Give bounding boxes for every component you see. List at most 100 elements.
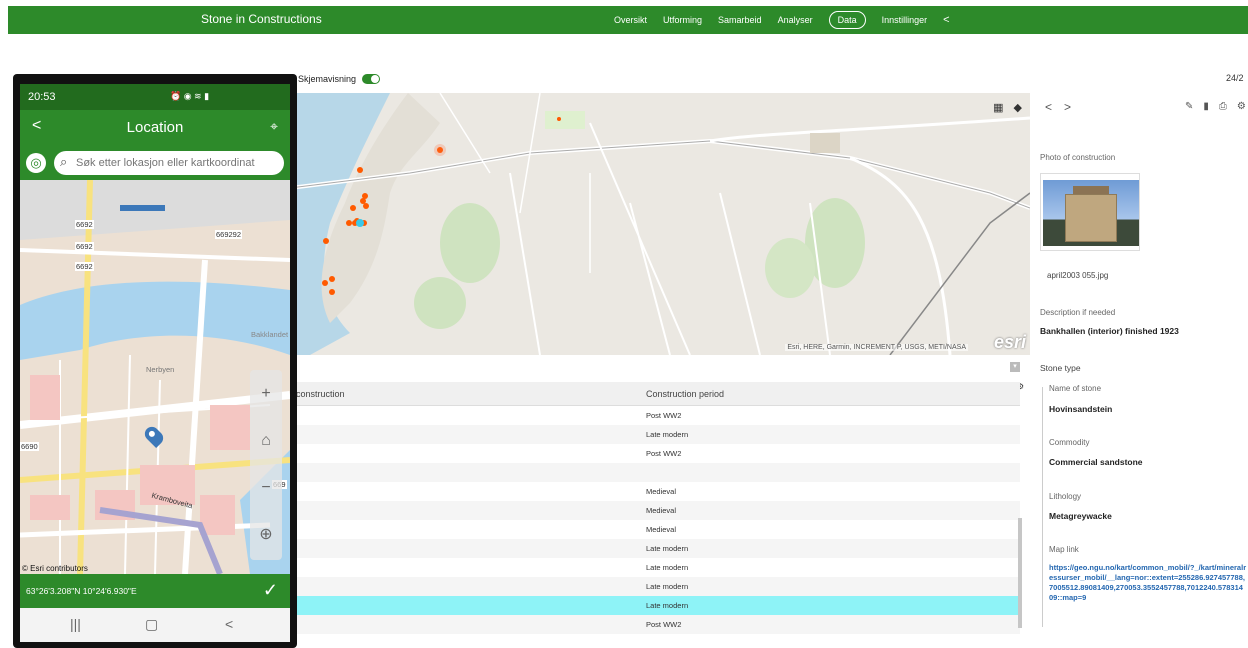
- table-row[interactable]: Medieval: [290, 482, 1020, 501]
- table-row[interactable]: Late modern: [290, 558, 1020, 577]
- coordinates-readout: 63°26'3.208"N 10°24'6.930"E: [26, 586, 137, 596]
- period-cell: Medieval: [646, 506, 677, 515]
- app-header: Stone in Constructions Oversikt Utformin…: [8, 6, 1248, 34]
- period-cell: Post WW2: [646, 620, 682, 629]
- table-row[interactable]: Late modern: [290, 539, 1020, 558]
- delete-icon[interactable]: ▮: [1203, 101, 1209, 112]
- table-row[interactable]: [290, 463, 1020, 482]
- maplink-value[interactable]: https://geo.ngu.no/kart/common_mobil/?_/…: [1049, 563, 1247, 603]
- period-cell: Late modern: [646, 544, 689, 553]
- search-icon: ⌕: [60, 154, 68, 169]
- phone-statusbar: 20:53 ⏰ ◉ ≋ ▮: [20, 84, 290, 110]
- panel-toolbar: < > ✎ ▮ ⎙ ⚙: [1033, 93, 1248, 121]
- prev-record-icon[interactable]: <: [1045, 100, 1052, 114]
- phone-time: 20:53: [28, 91, 56, 103]
- zoom-out-icon[interactable]: −: [250, 464, 282, 511]
- table-row[interactable]: Late modern: [290, 596, 1020, 615]
- table-body: Post WW2 Late modern Post WW2 Medieval Medie…: [290, 406, 1020, 634]
- maplink-label: Map link: [1049, 545, 1079, 554]
- form-view-label: Skjemavisning: [298, 74, 357, 84]
- stone-name-label: Name of stone: [1049, 384, 1102, 393]
- coordinate-bar: 63°26'3.208"N 10°24'6.930"E ✓: [20, 574, 290, 608]
- basemap-gallery-icon[interactable]: ▦: [993, 101, 1003, 114]
- edit-icon[interactable]: ✎: [1185, 101, 1193, 112]
- phone-screen: 20:53 ⏰ ◉ ≋ ▮ < Location ⌖ ◎ ⌕ Søk etter…: [20, 84, 290, 642]
- table-row[interactable]: Post WW2: [290, 444, 1020, 463]
- table-row[interactable]: Medieval: [290, 501, 1020, 520]
- commodity-label: Commodity: [1049, 438, 1090, 447]
- location-search[interactable]: ⌕: [54, 151, 284, 175]
- share-icon[interactable]: <: [943, 14, 949, 26]
- gps-icon[interactable]: ⌖: [270, 118, 278, 135]
- lithology-value: Metagreywacke: [1049, 511, 1112, 521]
- print-icon[interactable]: ⎙: [1219, 101, 1227, 112]
- nav-utforming[interactable]: Utforming: [663, 15, 702, 25]
- photo-filename[interactable]: april2003 055.jpg: [1047, 271, 1108, 280]
- commodity-value: Commercial sandstone: [1049, 457, 1143, 467]
- next-record-icon[interactable]: >: [1064, 100, 1071, 114]
- table-header: construction Construction period: [290, 382, 1020, 406]
- map-tools: ▦ ◆: [993, 101, 1022, 114]
- period-cell: Medieval: [646, 525, 677, 534]
- map-label-bakklandet: Bakklandet: [251, 330, 289, 339]
- period-cell: Late modern: [646, 601, 689, 610]
- recent-apps-icon[interactable]: |||: [70, 616, 81, 632]
- table-scrollbar[interactable]: [1018, 518, 1022, 628]
- phone-searchbar: ◎ ⌕: [20, 146, 290, 180]
- table-row[interactable]: Post WW2: [290, 406, 1020, 425]
- phone-map-attribution: © Esri contributors: [22, 564, 88, 573]
- construction-photo: [1043, 180, 1139, 246]
- map-label-6692b: 6692: [75, 242, 94, 251]
- description-label: Description if needed: [1040, 308, 1116, 317]
- period-cell: Post WW2: [646, 411, 682, 420]
- form-view-toggle[interactable]: [362, 74, 381, 84]
- table-row[interactable]: Medieval: [290, 520, 1020, 539]
- lithology-label: Lithology: [1049, 492, 1082, 501]
- home-icon[interactable]: ⌂: [250, 417, 282, 464]
- table-collapse-button[interactable]: ▾: [1010, 362, 1020, 372]
- map-attribution: Esri, HERE, Garmin, INCREMENT P, USGS, M…: [785, 344, 968, 351]
- period-cell: Late modern: [646, 430, 689, 439]
- nav-innstillinger[interactable]: Innstillinger: [882, 15, 928, 25]
- nav-data[interactable]: Data: [828, 11, 866, 29]
- table-row[interactable]: Late modern: [290, 425, 1020, 444]
- app-title: Stone in Constructions: [201, 12, 322, 26]
- map-label-6690: 6690: [20, 442, 39, 451]
- layers-icon[interactable]: ◆: [1014, 101, 1022, 114]
- record-counter: 24/2: [1226, 73, 1244, 83]
- nav-samarbeid[interactable]: Samarbeid: [718, 15, 762, 25]
- app-root: { "app": { "title": "Stone in Constructi…: [0, 0, 1248, 648]
- back-nav-icon[interactable]: <: [225, 616, 233, 632]
- header-period[interactable]: Construction period: [646, 389, 724, 399]
- top-nav: Oversikt Utforming Samarbeid Analyser Da…: [614, 6, 950, 34]
- map-label-669292: 669292: [215, 230, 243, 239]
- locate-icon[interactable]: ◎: [26, 153, 46, 173]
- phone-frame: 20:53 ⏰ ◉ ≋ ▮ < Location ⌖ ◎ ⌕ Søk etter…: [13, 74, 297, 648]
- tree-line: [1042, 387, 1043, 627]
- map-label-6692c: 6692: [75, 262, 94, 271]
- nav-analyser[interactable]: Analyser: [778, 15, 813, 25]
- header-construction[interactable]: construction: [296, 389, 345, 399]
- compass-icon[interactable]: ⊕: [250, 511, 282, 558]
- main-map[interactable]: ▦ ◆ Esri, HERE, Garmin, INCREMENT P, USG…: [290, 93, 1030, 355]
- home-button-icon[interactable]: ▢: [145, 616, 158, 633]
- table-row[interactable]: Late modern: [290, 577, 1020, 596]
- period-cell: Medieval: [646, 487, 677, 496]
- status-icons: ⏰ ◉ ≋ ▮: [170, 91, 210, 101]
- zoom-in-icon[interactable]: +: [250, 370, 282, 417]
- phone-map[interactable]: 6692 669292 6692 6692 Nerbyen Kramboveit…: [20, 180, 290, 574]
- nav-oversikt[interactable]: Oversikt: [614, 15, 647, 25]
- description-value: Bankhallen (interior) finished 1923: [1040, 326, 1179, 336]
- view-toolbar: Skjemavisning: [298, 70, 381, 88]
- confirm-check-icon[interactable]: ✓: [263, 580, 278, 601]
- settings-icon[interactable]: ⚙: [1237, 101, 1246, 112]
- photo-thumbnail[interactable]: [1040, 173, 1140, 251]
- photo-label: Photo of construction: [1040, 153, 1116, 162]
- table-row[interactable]: Post WW2: [290, 615, 1020, 634]
- period-cell: Post WW2: [646, 449, 682, 458]
- android-navbar: ||| ▢ <: [20, 608, 290, 642]
- period-cell: Late modern: [646, 563, 689, 572]
- phone-map-controls: + ⌂ − ⊕: [250, 370, 282, 560]
- construction-points-layer[interactable]: [290, 93, 1030, 355]
- location-search-input[interactable]: [76, 154, 276, 172]
